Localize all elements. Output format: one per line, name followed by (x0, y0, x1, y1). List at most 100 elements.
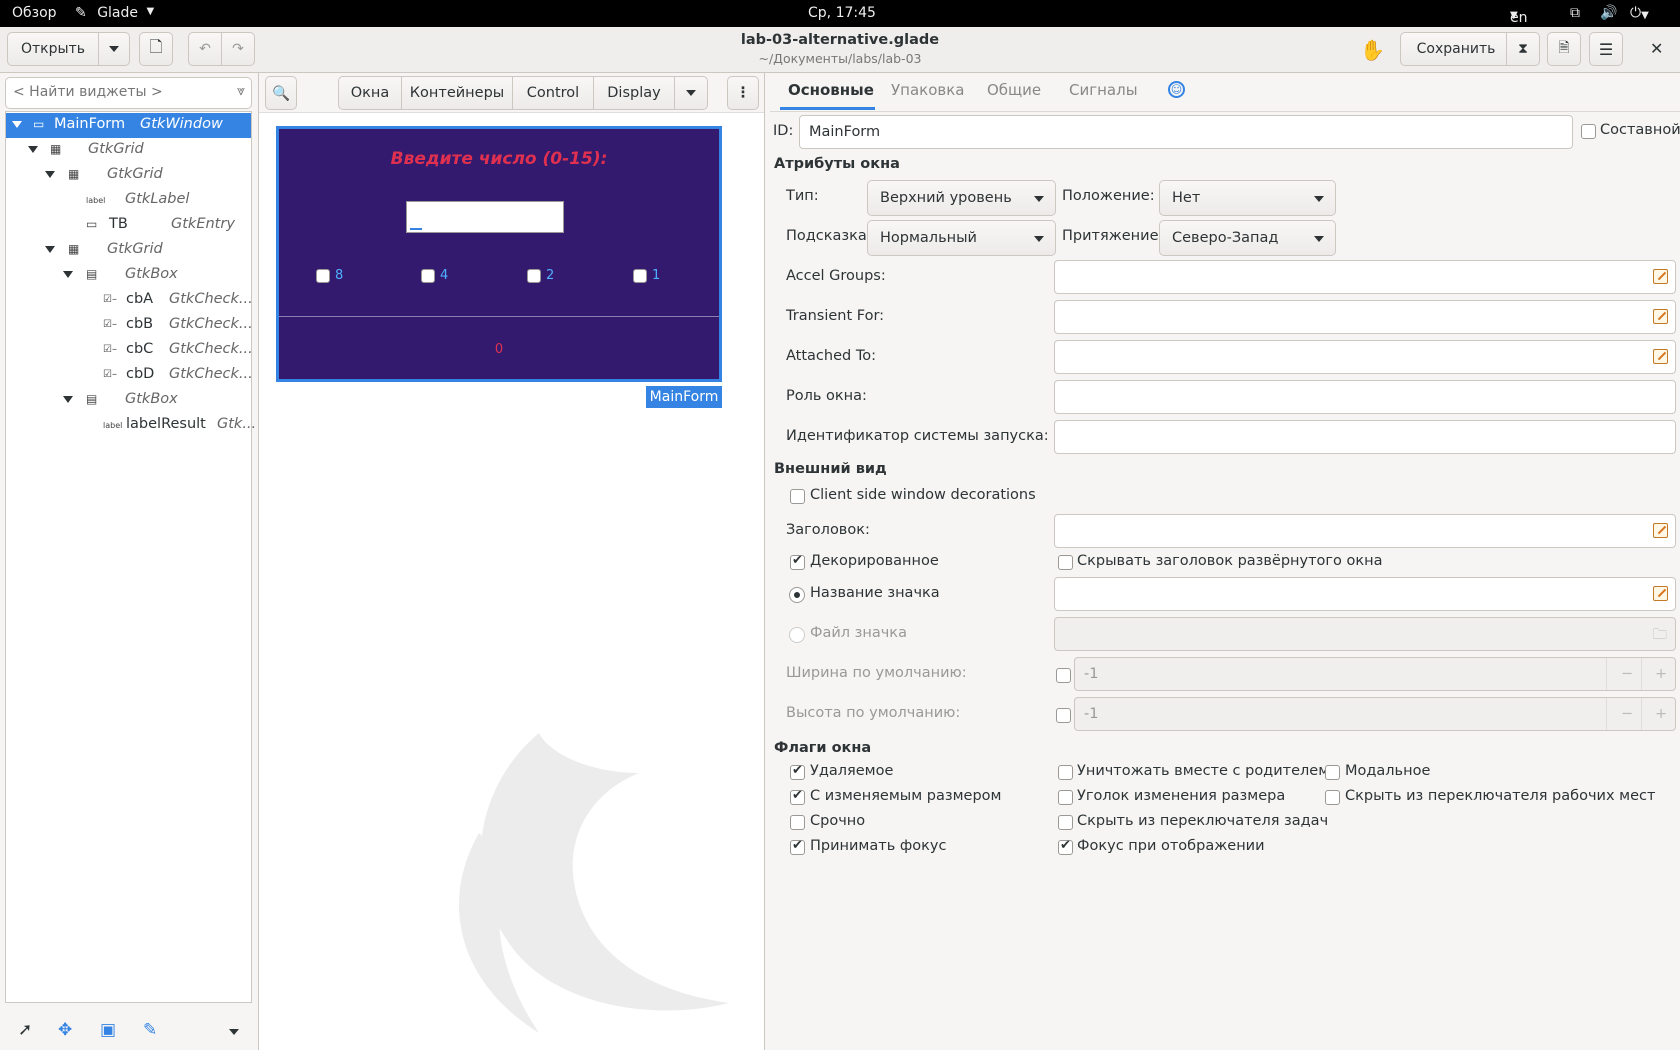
redo-button[interactable]: ↷ (221, 32, 255, 66)
skip-taskbar-checkbox[interactable] (1058, 815, 1073, 830)
attached-to-input[interactable] (1054, 340, 1676, 374)
new-file-button[interactable]: 🗋 (139, 32, 173, 66)
skip-pager-checkbox[interactable] (1325, 790, 1340, 805)
modal-checkbox[interactable] (1325, 765, 1340, 780)
save-as-button[interactable]: ⧗ (1506, 32, 1540, 66)
expander-icon[interactable] (63, 396, 73, 403)
composite-checkbox[interactable] (1581, 124, 1596, 139)
id-input[interactable]: MainForm (799, 115, 1573, 149)
startup-id-input[interactable] (1054, 420, 1676, 454)
tree-row-tb[interactable]: ▭ TB GtkEntry (6, 213, 251, 238)
recent-files-button[interactable] (98, 32, 130, 66)
palette-search-button[interactable]: 🔍 (265, 76, 297, 110)
destroy-with-parent-checkbox[interactable] (1058, 765, 1073, 780)
expander-icon[interactable] (45, 246, 55, 253)
undo-button[interactable]: ↶ (188, 32, 222, 66)
save-button[interactable]: Сохранить (1400, 32, 1512, 66)
tree-row-cbb[interactable]: ☑– cbB GtkCheck... (6, 313, 253, 338)
mainform-preview[interactable]: Введите число (0-15): 8 4 2 1 0 (276, 126, 722, 382)
open-button[interactable]: Открыть (7, 32, 99, 66)
tree-row-mainform[interactable]: ▭ MainForm GtkWindow (6, 113, 251, 138)
accessibility-icon[interactable]: ☺ (1168, 81, 1185, 98)
expander-icon[interactable] (28, 146, 38, 153)
palette-tab-windows[interactable]: Окна (338, 76, 402, 110)
tree-row[interactable]: ▦ GtkGrid (6, 138, 251, 163)
expander-icon[interactable] (63, 271, 73, 278)
resize-grip-checkbox[interactable] (1058, 790, 1073, 805)
edit-icon[interactable] (1653, 269, 1668, 284)
pointer-icon[interactable]: ➚ (18, 1020, 32, 1040)
tab-common[interactable]: Общие (987, 81, 1041, 99)
drag-resize-icon[interactable]: ✥ (58, 1020, 72, 1040)
close-window-button[interactable]: ✕ (1650, 39, 1663, 58)
minus-icon[interactable]: − (1621, 698, 1633, 730)
expander-icon[interactable] (12, 121, 22, 128)
filter-icon[interactable]: ⩔ (237, 83, 245, 99)
position-combo[interactable]: Нет (1159, 180, 1336, 216)
margin-edit-icon[interactable]: ▣ (100, 1020, 116, 1040)
resizable-checkbox[interactable] (790, 788, 805, 805)
default-width-spin[interactable]: -1 − + (1074, 657, 1676, 691)
folder-icon[interactable]: 🗀 (1653, 619, 1668, 651)
tree-row-cba[interactable]: ☑– cbA GtkCheck... (6, 288, 253, 313)
tree-row[interactable]: ▤ GtkBox (6, 388, 251, 413)
widget-search-input[interactable]: < Найти виджеты > ⩔ (5, 77, 252, 109)
minus-icon[interactable]: − (1621, 658, 1633, 690)
network-icon[interactable]: ⧉ (1570, 5, 1580, 21)
tree-row[interactable]: ▤ GtkBox (6, 263, 251, 288)
accept-focus-checkbox[interactable] (790, 838, 805, 855)
tree-row[interactable]: ▦ GtkGrid (6, 163, 251, 188)
icon-file-radio[interactable] (789, 627, 805, 643)
tab-packing[interactable]: Упаковка (891, 81, 964, 99)
gravity-combo[interactable]: Северо-Запад (1159, 220, 1336, 256)
palette-more-button[interactable] (674, 76, 708, 110)
default-height-spin[interactable]: -1 − + (1074, 697, 1676, 731)
preview-button[interactable]: 🗎 (1547, 32, 1581, 66)
urgent-checkbox[interactable] (790, 815, 805, 830)
tree-row-cbd[interactable]: ☑– cbD GtkCheck... (6, 363, 253, 388)
tree-row-labelresult[interactable]: label labelResult Gtk... (6, 413, 256, 438)
icon-name-radio[interactable] (789, 587, 805, 603)
hide-titlebar-checkbox[interactable] (1058, 555, 1073, 570)
icon-name-input[interactable] (1054, 577, 1676, 611)
title-input[interactable] (1054, 514, 1676, 548)
hint-combo[interactable]: Нормальный (867, 220, 1056, 256)
number-entry[interactable] (406, 201, 564, 233)
palette-tab-control[interactable]: Control (512, 76, 594, 110)
accel-groups-input[interactable] (1054, 260, 1676, 294)
csd-checkbox[interactable] (790, 489, 805, 504)
inspector-hand-icon[interactable]: ✋ (1360, 38, 1385, 62)
power-icon[interactable]: ⏻ ▼ (1630, 5, 1649, 21)
palette-menu-button[interactable]: ⋮ (727, 76, 759, 110)
edit-icon[interactable] (1653, 586, 1668, 601)
tree-row[interactable]: ▦ GtkGrid (6, 238, 251, 263)
decorated-checkbox[interactable] (790, 553, 805, 570)
edit-icon[interactable] (1653, 309, 1668, 324)
chevron-down-icon[interactable] (229, 1029, 239, 1035)
volume-icon[interactable]: 🔊 (1600, 5, 1617, 21)
plus-icon[interactable]: + (1655, 658, 1667, 690)
transient-for-input[interactable] (1054, 300, 1676, 334)
focus-on-map-checkbox[interactable] (1058, 838, 1073, 855)
default-height-checkbox[interactable] (1056, 708, 1071, 723)
tab-signals[interactable]: Сигналы (1069, 81, 1138, 99)
expander-icon[interactable] (45, 171, 55, 178)
icon-file-input[interactable]: 🗀 (1054, 617, 1676, 651)
tree-row[interactable]: label GtkLabel (6, 188, 251, 213)
window-role-input[interactable] (1054, 380, 1676, 414)
deletable-checkbox[interactable] (790, 763, 805, 780)
tree-row-cbc[interactable]: ☑– cbC GtkCheck... (6, 338, 253, 363)
main-menu-button[interactable]: ☰ (1589, 32, 1623, 66)
alignment-edit-icon[interactable]: ✎ (143, 1020, 157, 1040)
edit-icon[interactable] (1653, 523, 1668, 538)
clock[interactable]: Ср, 17:45 (808, 5, 876, 21)
default-width-checkbox[interactable] (1056, 668, 1071, 683)
tab-general[interactable]: Основные (788, 81, 874, 99)
palette-tab-display[interactable]: Display (593, 76, 675, 110)
edit-icon[interactable] (1653, 349, 1668, 364)
activities-button[interactable]: Обзор (12, 5, 57, 21)
plus-icon[interactable]: + (1655, 698, 1667, 730)
palette-tab-containers[interactable]: Контейнеры (401, 76, 513, 110)
type-combo[interactable]: Верхний уровень (867, 180, 1056, 216)
app-menu[interactable]: ✎ Glade ▼ (75, 5, 154, 21)
